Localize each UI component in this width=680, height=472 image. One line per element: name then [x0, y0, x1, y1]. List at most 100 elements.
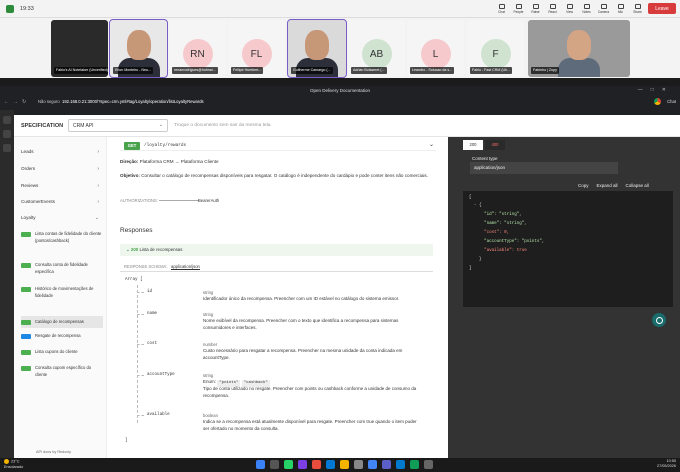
spec-hint: Troque o documento sem sair da mesma tel…: [174, 123, 272, 128]
participant-tile[interactable]: AB Adrian Buisseret (...: [348, 20, 405, 77]
sidebar-item-reviews[interactable]: Reviews ›: [14, 183, 107, 189]
sidebar-subitem[interactable]: Consulta cupom específico do cliente: [21, 365, 103, 378]
expand-all-button[interactable]: Expand all: [597, 183, 618, 188]
app-icon[interactable]: [3, 144, 11, 152]
chat-bubble-icon[interactable]: [652, 313, 666, 327]
app-icon[interactable]: [312, 460, 321, 469]
sidebar-item-orders[interactable]: Orders ›: [14, 166, 107, 172]
property-type: string: [203, 373, 214, 378]
share-button[interactable]: Share: [629, 1, 646, 17]
sidebar-subitem[interactable]: Lista contas de fidelidade do cliente (p…: [21, 231, 103, 244]
array-close: ]: [125, 439, 128, 443]
code-line: "name": "string",: [469, 222, 527, 226]
video-strip: Fabio's AI Notetaker (Unverified) Elton …: [0, 18, 680, 78]
participant-tile[interactable]: F Fabio - Fast CRM (Uh...: [467, 20, 524, 77]
chat-icon: [498, 4, 505, 9]
address-bar[interactable]: ←→↻ Não seguro 192.168.0.21:3000/?spec=c…: [0, 98, 680, 108]
leave-button[interactable]: Leave: [648, 3, 676, 14]
response-200[interactable]: ⌄ 200 Lista de recompensas: [120, 244, 433, 256]
sidebar-subitem[interactable]: Histórico de movimentações de fidelidade: [21, 286, 103, 299]
meeting-controls: Chat People Raise React View Notes Camer…: [493, 1, 646, 17]
people-button[interactable]: People: [510, 1, 527, 17]
search-icon[interactable]: [270, 460, 279, 469]
participant-tile[interactable]: Elton Monteiro - Neu...: [109, 19, 168, 78]
taskbar: 23°C Ensolarado 10:55 27/05/2026: [0, 458, 680, 472]
nav-arrows-icon[interactable]: ←→↻: [4, 99, 30, 105]
participant-avatar: L: [420, 39, 451, 69]
participant-face: [305, 30, 329, 60]
windows-start-icon[interactable]: [256, 460, 265, 469]
participant-tile[interactable]: Fabinho | Zupy: [528, 20, 630, 77]
window-controls[interactable]: —□✕: [638, 87, 674, 93]
code-line[interactable]: - {: [469, 204, 482, 208]
sidebar-item-loyalty[interactable]: Loyalty ⌄: [14, 215, 107, 221]
taskbar-apps: [256, 460, 433, 469]
weather-widget[interactable]: 23°C Ensolarado: [4, 459, 23, 470]
chat-button[interactable]: Chat: [493, 1, 510, 17]
response-code: ⌄ 200: [126, 247, 139, 252]
operation-panel: GET /loyalty/rewards ⌄ Direção: Platafor…: [107, 137, 448, 458]
vscode-icon[interactable]: [396, 460, 405, 469]
app-icon[interactable]: [298, 460, 307, 469]
notes-button[interactable]: Notes: [578, 1, 595, 17]
mic-icon: [617, 4, 624, 9]
view-button[interactable]: View: [561, 1, 578, 17]
code-line: }: [469, 258, 482, 262]
participant-tile[interactable]: RN renanrodrigues@hotmai...: [169, 20, 226, 77]
sun-icon: [4, 459, 9, 464]
window-title: Open Delivery Documentation: [0, 86, 680, 95]
tab-400[interactable]: 400: [485, 140, 505, 150]
participant-tile[interactable]: Fabio's AI Notetaker (Unverified): [51, 20, 108, 77]
camera-button[interactable]: Camera: [595, 1, 612, 17]
teams-icon[interactable]: [382, 460, 391, 469]
chevron-down-icon: ⌄: [94, 215, 99, 221]
notes-icon: [583, 4, 590, 9]
copy-button[interactable]: Copy: [578, 183, 589, 188]
chevron-right-icon: ›: [97, 166, 99, 172]
whatsapp-icon[interactable]: [284, 460, 293, 469]
sidebar-subitem-active[interactable]: Catálogo de recompensas: [21, 316, 103, 328]
get-badge: [21, 232, 31, 237]
participant-name: Fellipe Humbert...: [231, 67, 264, 74]
get-badge: [21, 263, 31, 268]
folder-icon[interactable]: [340, 460, 349, 469]
chrome-icon[interactable]: [368, 460, 377, 469]
participant-tile[interactable]: FL Fellipe Humbert...: [228, 20, 285, 77]
schema-tabs: RESPONSE SCHEMA: application/json: [120, 264, 433, 272]
app-icon[interactable]: [354, 460, 363, 469]
property-name: accountType: [147, 373, 175, 377]
tab-200[interactable]: 200: [463, 140, 483, 150]
sidebar-subitem[interactable]: Resgate de recompensa: [21, 333, 103, 340]
zoom-icon[interactable]: [326, 460, 335, 469]
app-icon[interactable]: [3, 130, 11, 138]
participant-tile[interactable]: Guilherme Camargo (...: [287, 19, 347, 78]
app-icon[interactable]: [424, 460, 433, 469]
system-clock[interactable]: 10:55 27/05/2026: [657, 459, 676, 469]
collapse-all-button[interactable]: Collapse all: [626, 183, 649, 188]
property-desc: Tipo de conta utilizado no resgate. Pree…: [203, 386, 417, 398]
sidebar-item-leads[interactable]: Leads ›: [14, 149, 107, 155]
app-icon[interactable]: [410, 460, 419, 469]
participant-avatar: F: [480, 39, 511, 69]
sidebar-item-customer-events[interactable]: CustomerEvents ›: [14, 199, 107, 205]
sidebar-subitem[interactable]: Consulta conta de fidelidade específica: [21, 262, 103, 275]
mic-button[interactable]: Mic: [612, 1, 629, 17]
content-type-select[interactable]: application/json: [470, 162, 618, 174]
react-button[interactable]: React: [544, 1, 561, 17]
participant-tile[interactable]: L Leandro - Solucao da s...: [407, 20, 464, 77]
profile-icon[interactable]: [654, 98, 662, 105]
auth-value[interactable]: BearerAuth: [198, 198, 219, 203]
app-icon[interactable]: [3, 116, 11, 124]
chat-extension-label[interactable]: Chat: [667, 99, 676, 104]
participant-name: Guilherme Camargo (...: [291, 67, 333, 74]
spec-select[interactable]: CRM API ⌄: [68, 119, 168, 132]
url-text[interactable]: Não seguro 192.168.0.21:3000/?spec=crm.y…: [38, 99, 204, 104]
property-desc: Custo necessário para resgatar a recompe…: [203, 348, 403, 360]
property-desc: Indica se a recompensa está atualmente d…: [203, 419, 417, 431]
code-line: "cost": 0,: [469, 231, 510, 235]
sidebar-subitem[interactable]: Lista cupons do cliente: [21, 349, 103, 356]
operation-header[interactable]: GET /loyalty/rewards ⌄: [120, 141, 436, 151]
raise-button[interactable]: Raise: [527, 1, 544, 17]
schema-type-tab[interactable]: application/json: [171, 264, 200, 270]
sidebar-footer[interactable]: API docs by Redocly: [36, 450, 71, 454]
